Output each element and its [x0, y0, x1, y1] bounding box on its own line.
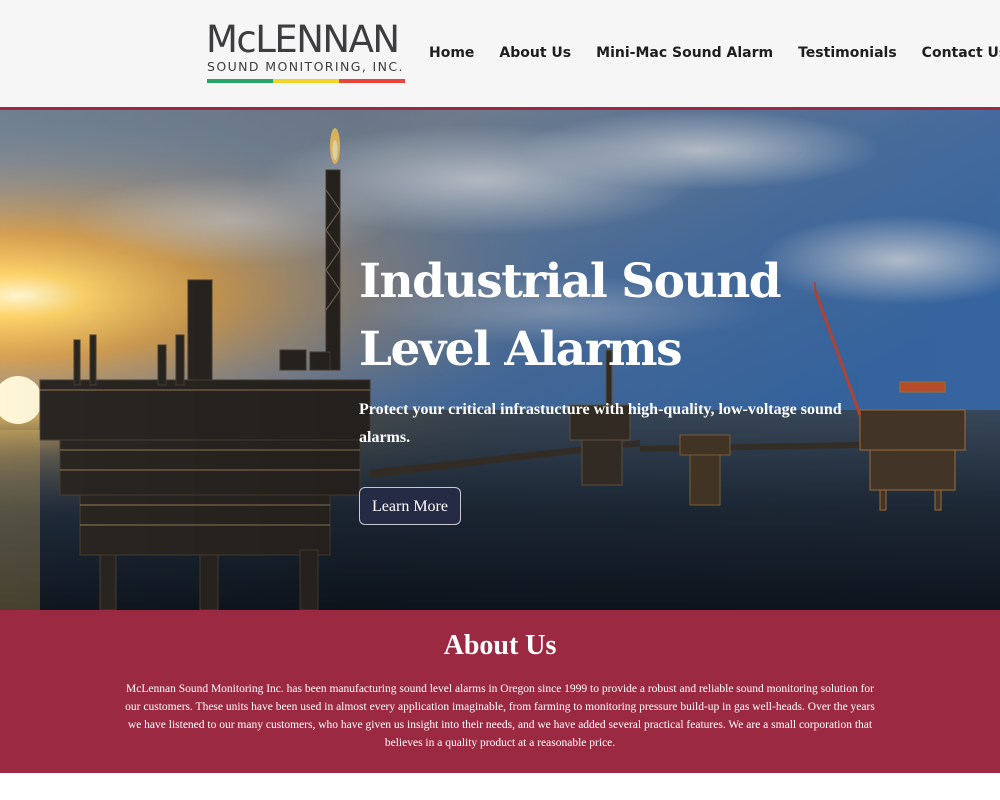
hero-title: Industrial Sound Level Alarms — [359, 248, 839, 384]
logo-stripe-yellow — [273, 79, 339, 83]
nav-link-home[interactable]: Home — [429, 45, 474, 61]
logo-wordmark: McLENNAN — [206, 18, 400, 61]
about-body: McLennan Sound Monitoring Inc. has been … — [125, 683, 875, 749]
hero-title-line-1: Industrial Sound — [359, 254, 782, 309]
logo-stripe-green — [207, 79, 273, 83]
about-section: About Us McLennan Sound Monitoring Inc. … — [0, 610, 1000, 773]
nav-link-mini-mac-sound-alarm[interactable]: Mini-Mac Sound Alarm — [596, 45, 773, 61]
logo-stripe-red — [339, 79, 405, 83]
learn-more-button[interactable]: Learn More — [359, 487, 461, 525]
nav-link-testimonials[interactable]: Testimonials — [798, 45, 897, 61]
about-title: About Us — [443, 630, 557, 661]
hero-banner: Industrial Sound Level Alarms Protect yo… — [0, 110, 1000, 610]
logo[interactable]: McLENNAN SOUND MONITORING, INC. — [206, 20, 406, 86]
hero-subtitle: Protect your critical infrastucture with… — [359, 401, 842, 446]
nav-link-contact-us[interactable]: Contact Us — [922, 45, 1000, 61]
logo-stripes — [207, 79, 405, 83]
logo-tagline: SOUND MONITORING, INC. — [207, 59, 404, 74]
nav-link-about-us[interactable]: About Us — [499, 45, 571, 61]
site-header: McLENNAN SOUND MONITORING, INC. Home Abo… — [0, 0, 1000, 108]
hero-title-line-2: Level Alarms — [359, 322, 683, 377]
main-nav: Home About Us Mini-Mac Sound Alarm Testi… — [429, 45, 1000, 61]
